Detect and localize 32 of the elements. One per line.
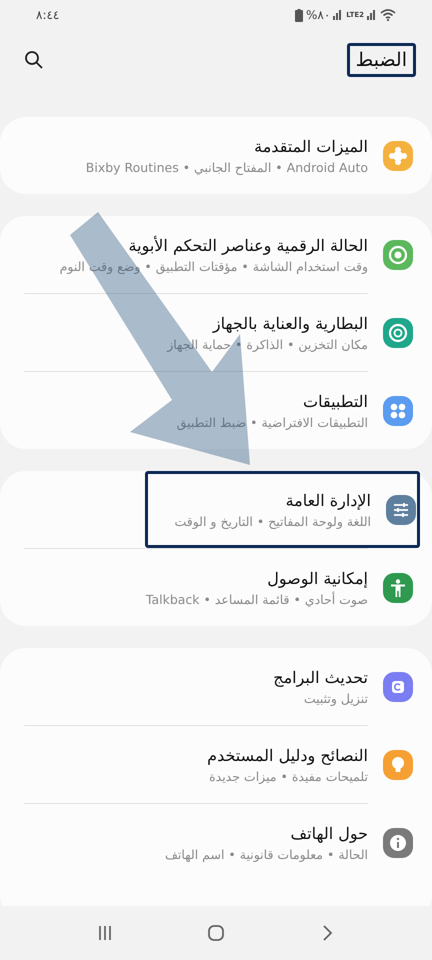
clock-time: ٨:٤٤ xyxy=(36,8,60,22)
item-subtitle: الحالة • معلومات قانونية • اسم الهاتف xyxy=(164,846,368,862)
item-title: تحديث البرامج xyxy=(273,668,368,686)
item-subtitle: اللغة ولوحة المفاتيح • التاريخ و الوقت xyxy=(174,514,371,528)
home-button[interactable] xyxy=(206,923,226,943)
page-title: الضبط xyxy=(346,43,416,77)
wifi-icon xyxy=(380,9,396,21)
signal-icon xyxy=(333,10,344,20)
battery-icon xyxy=(294,8,303,22)
settings-item[interactable]: الميزات المتقدمة Android Auto • المفتاح الجانبي • Bixby Routines xyxy=(0,117,432,194)
settings-item[interactable]: إمكانية الوصول صوت أحادي • قائمة المساعد • Talkback xyxy=(0,549,432,626)
item-title: الإدارة العامة xyxy=(284,490,371,510)
item-subtitle: صوت أحادي • قائمة المساعد • Talkback xyxy=(146,592,368,606)
item-title: حول الهاتف xyxy=(290,824,368,842)
item-title: التطبيقات xyxy=(302,392,368,410)
item-title: الميزات المتقدمة xyxy=(253,136,368,156)
settings-item[interactable]: النصائح ودليل المستخدم تلميحات مفيدة • ميزات جديدة xyxy=(0,726,432,803)
settings-item[interactable]: تحديث البرامج تنزيل وتثبيت xyxy=(0,648,432,725)
item-subtitle: التطبيقات الافتراضية • ضبط التطبيق xyxy=(176,414,368,430)
item-title: البطارية والعناية بالجهاز xyxy=(211,314,368,332)
item-subtitle: Android Auto • المفتاح الجانبي • Bixby Routines xyxy=(86,160,368,174)
settings-item[interactable]: التطبيقات التطبيقات الافتراضية • ضبط التطبيق xyxy=(0,372,432,449)
battery-percent: %٨٠ xyxy=(306,8,330,22)
item-subtitle: تنزيل وتثبيت xyxy=(302,690,368,706)
item-subtitle: تلميحات مفيدة • ميزات جديدة xyxy=(208,768,368,784)
search-icon[interactable] xyxy=(24,50,44,70)
signal-icon xyxy=(367,10,377,20)
item-title: الحالة الرقمية وعناصر التحكم الأبوية xyxy=(128,236,368,254)
settings-item[interactable]: حول الهاتف الحالة • معلومات قانونية • اسم الهاتف xyxy=(0,804,432,881)
item-title: إمكانية الوصول xyxy=(266,568,368,588)
settings-item[interactable]: الإدارة العامة اللغة ولوحة المفاتيح • التاريخ و الوقت xyxy=(145,471,420,548)
item-title: النصائح ودليل المستخدم xyxy=(207,746,368,764)
